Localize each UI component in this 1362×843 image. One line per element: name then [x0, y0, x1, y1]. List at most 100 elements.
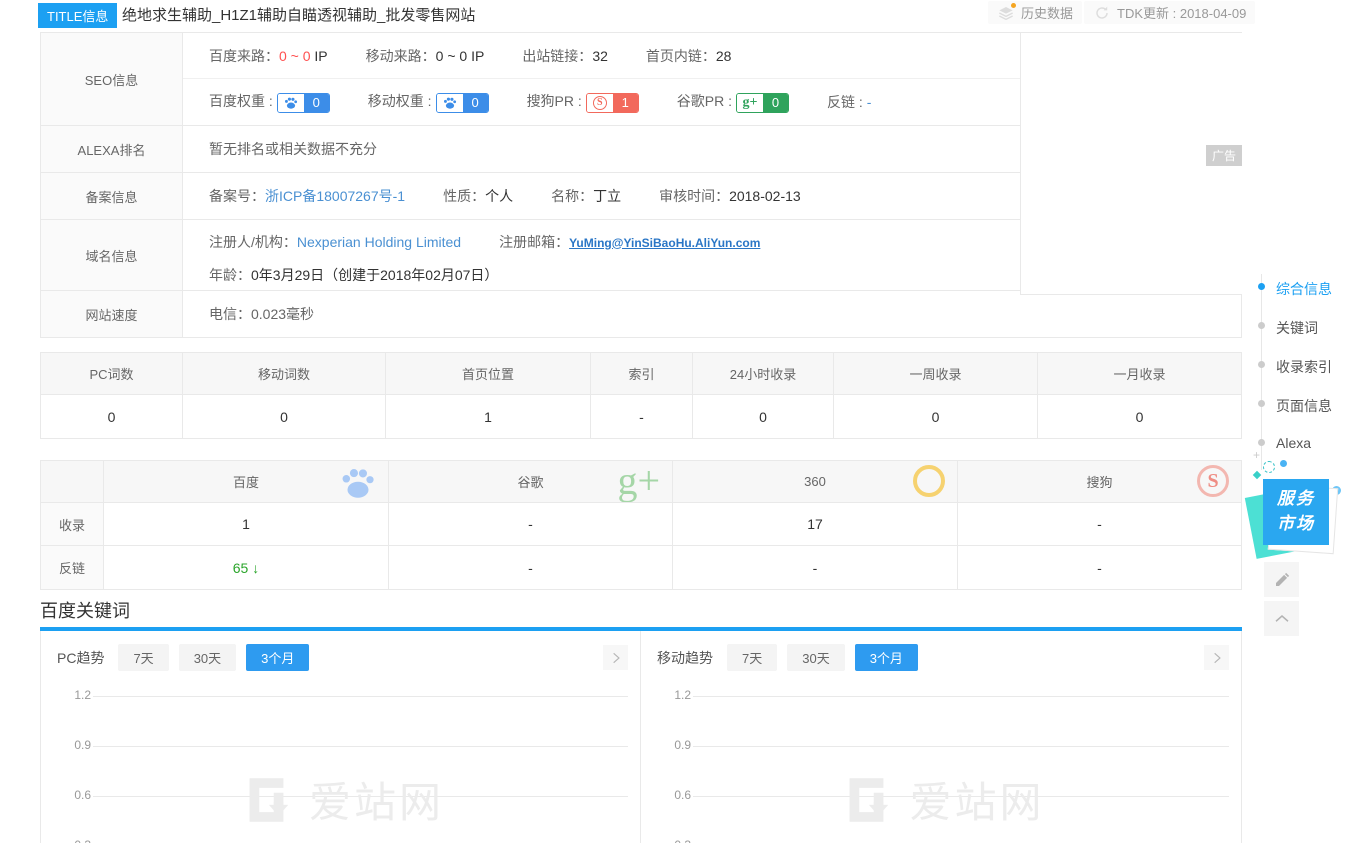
reg-email-label: 注册邮箱：: [499, 234, 569, 250]
stats-header: 索引: [591, 353, 693, 395]
360-circle-icon: [913, 465, 945, 497]
chevron-right-icon: [609, 651, 623, 665]
trend-charts-panel: PC趋势 7天 30天 3个月 1.2 0.9 0.6 0.3 爱站网 移动趋势…: [40, 631, 1242, 843]
refresh-icon: [1093, 5, 1111, 21]
y-axis-tick: 0.6: [65, 788, 91, 802]
icp-date-label: 审核时间：: [659, 188, 729, 204]
chevron-up-icon: [1273, 610, 1291, 628]
seo-info-label: SEO信息: [41, 33, 183, 125]
aizhan-watermark: 爱站网: [237, 769, 444, 830]
stats-value-row: 0 0 1 - 0 0 0: [41, 395, 1241, 438]
stats-value: 1: [386, 395, 591, 438]
speed-row: 网站速度 电信：0.023毫秒: [41, 291, 1241, 337]
inclusion-row: 收录 1 - 17 -: [41, 503, 1241, 546]
sogou-pr-label: 搜狗PR :: [527, 93, 582, 109]
aizhan-watermark: 爱站网: [837, 769, 1044, 830]
y-axis-tick: 1.2: [665, 688, 691, 702]
backlink-google: -: [389, 546, 673, 589]
y-axis-tick: 0.9: [665, 738, 691, 752]
y-axis-tick: 0.6: [665, 788, 691, 802]
pencil-icon: [1273, 571, 1291, 589]
pc-trend-label: PC趋势: [57, 648, 104, 668]
domain-age-value: 0年3月29日（创建于2018年02月07日）: [251, 267, 498, 283]
stats-value: -: [591, 395, 693, 438]
google-plus-icon: g+: [617, 465, 660, 497]
sidebar-item-index[interactable]: 收录索引: [1276, 357, 1332, 377]
stats-value: 0: [41, 395, 183, 438]
aizhan-logo-icon: [837, 771, 895, 829]
back-to-top-button[interactable]: [1264, 601, 1299, 636]
engine-name-sogou: 搜狗: [1086, 472, 1112, 491]
mobile-weight-value: 0: [463, 94, 488, 112]
sidebar-item-keywords[interactable]: 关键词: [1276, 318, 1318, 338]
alexa-text: 暂无排名或相关数据不充分: [209, 139, 377, 159]
engine-name-360: 360: [804, 474, 826, 489]
icp-type-value: 个人: [485, 188, 513, 204]
mobile-trend-next-button[interactable]: [1204, 645, 1229, 670]
sidebar-item-overview[interactable]: 综合信息: [1276, 279, 1332, 299]
tdk-update-label: TDK更新 : 2018-04-09: [1117, 3, 1246, 22]
stats-header: 首页位置: [386, 353, 591, 395]
nav-dot: [1258, 322, 1265, 329]
sogou-pr-value: 1: [613, 94, 638, 112]
inclusion-baidu: 1: [104, 503, 389, 546]
history-data-label: 历史数据: [1021, 3, 1073, 22]
pc-trend-7d-button[interactable]: 7天: [118, 644, 168, 671]
baidu-weight-label: 百度权重 :: [209, 93, 273, 109]
y-axis-tick: 0.3: [65, 838, 91, 843]
mobile-weight-label: 移动权重 :: [368, 93, 432, 109]
history-data-button[interactable]: 历史数据: [988, 1, 1082, 24]
title-info-badge: TITLE信息: [38, 3, 117, 28]
google-pr-badge[interactable]: g+0: [736, 93, 789, 113]
inclusion-google: -: [389, 503, 673, 546]
mobile-trend-3m-button[interactable]: 3个月: [855, 644, 918, 671]
mobile-visits-unit: IP: [467, 48, 484, 64]
reg-email-link[interactable]: YuMing@YinSiBaoHu.AliYun.com: [569, 236, 760, 250]
backlink-value: -: [867, 94, 872, 110]
registrant-label: 注册人/机构：: [209, 234, 297, 250]
google-plus-icon: g+: [737, 94, 763, 112]
icp-number-link[interactable]: 浙ICP备18007267号-1: [265, 188, 405, 204]
pc-trend-30d-button[interactable]: 30天: [179, 644, 236, 671]
sidebar-item-pageinfo[interactable]: 页面信息: [1276, 396, 1332, 416]
backlink-360: -: [673, 546, 958, 589]
baidu-paw-icon: [340, 465, 376, 503]
outlinks-label: 出站链接：: [522, 48, 592, 64]
mobile-trend-7d-button[interactable]: 7天: [727, 644, 777, 671]
icp-date-value: 2018-02-13: [729, 188, 801, 204]
registrant-link[interactable]: Nexperian Holding Limited: [297, 234, 461, 250]
baidu-weight-badge[interactable]: 0: [277, 93, 330, 113]
sogou-icon: S: [587, 94, 613, 112]
inclusion-360: 17: [673, 503, 958, 546]
engine-header-row: 百度 谷歌g+ 360 搜狗S: [41, 461, 1241, 503]
backlink-sogou: -: [958, 546, 1241, 589]
mobile-weight-badge[interactable]: 0: [436, 93, 489, 113]
service-market-line1: 服务: [1277, 487, 1315, 512]
service-market-badge[interactable]: 服务 市场: [1256, 466, 1344, 558]
site-info-table: SEO信息 百度来路：0 ~ 0 IP 移动来路：0 ~ 0 IP 出站链接：3…: [40, 32, 1242, 338]
mobile-trend-30d-button[interactable]: 30天: [787, 644, 844, 671]
layers-icon: [997, 5, 1015, 21]
backlink-baidu: 65: [233, 560, 249, 576]
nav-dot: [1258, 361, 1265, 368]
aizhan-logo-icon: [237, 771, 295, 829]
pc-trend-3m-button[interactable]: 3个月: [246, 644, 309, 671]
gridline: [693, 746, 1229, 747]
page-title: 绝地求生辅助_H1Z1辅助自瞄透视辅助_批发零售网站: [122, 4, 475, 25]
sogou-icon: S: [1197, 465, 1229, 497]
mobile-visits-value: 0 ~ 0: [436, 48, 468, 64]
icp-label: 备案信息: [41, 173, 183, 219]
gridline: [93, 746, 628, 747]
feedback-edit-button[interactable]: [1264, 562, 1299, 597]
tdk-update-button[interactable]: TDK更新 : 2018-04-09: [1084, 1, 1255, 24]
icp-name-value: 丁立: [593, 188, 621, 204]
homelinks-value: 28: [716, 48, 732, 64]
chevron-right-icon: [1210, 651, 1224, 665]
sidebar-item-alexa[interactable]: Alexa: [1276, 435, 1311, 451]
service-market-line2: 市场: [1277, 512, 1315, 537]
mobile-visits-label: 移动来路：: [366, 48, 436, 64]
gridline: [93, 696, 628, 697]
icp-name-label: 名称：: [551, 188, 593, 204]
pc-trend-next-button[interactable]: [603, 645, 628, 670]
sogou-pr-badge[interactable]: S1: [586, 93, 639, 113]
